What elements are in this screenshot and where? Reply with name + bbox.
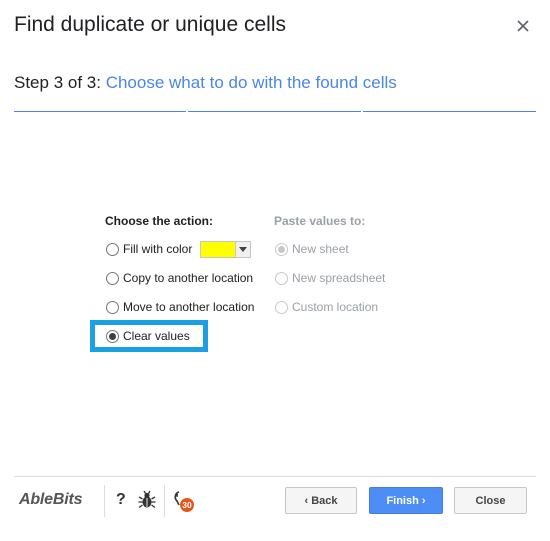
- dialog-title: Find duplicate or unique cells: [14, 13, 286, 36]
- step-count: Step 3 of 3:: [14, 73, 106, 92]
- radio-button[interactable]: [275, 300, 288, 314]
- paste-group-header: Paste values to:: [274, 214, 366, 228]
- radio-button-selected[interactable]: [106, 329, 119, 343]
- progress-segment-1: [14, 111, 186, 112]
- progress-segment-2: [188, 111, 361, 112]
- help-icon[interactable]: ?: [116, 491, 126, 509]
- paste-option-label: New spreadsheet: [292, 271, 386, 285]
- back-button[interactable]: ‹ Back: [285, 487, 357, 514]
- footer-divider: [14, 476, 536, 477]
- close-icon[interactable]: [514, 17, 532, 35]
- bug-icon[interactable]: [138, 490, 156, 510]
- radio-button[interactable]: [275, 271, 288, 285]
- ablebits-logo[interactable]: AbleBits: [19, 491, 83, 509]
- countdown-icon[interactable]: 30: [172, 489, 196, 513]
- action-group-header: Choose the action:: [105, 214, 214, 228]
- fill-color-picker[interactable]: [200, 240, 252, 258]
- paste-option-custom-location[interactable]: Custom location: [275, 298, 378, 316]
- paste-option-new-sheet[interactable]: New sheet: [275, 240, 349, 258]
- radio-button[interactable]: [106, 300, 119, 314]
- action-option-label: Copy to another location: [123, 271, 254, 285]
- close-button[interactable]: Close: [454, 487, 527, 514]
- step-description: Choose what to do with the found cells: [105, 73, 397, 92]
- action-option-clear-values[interactable]: Clear values: [106, 327, 190, 345]
- footer-separator: [104, 485, 105, 517]
- countdown-badge: 30: [182, 500, 192, 510]
- paste-option-label: New sheet: [292, 242, 349, 256]
- chevron-down-icon: [235, 241, 251, 257]
- action-option-move[interactable]: Move to another location: [106, 298, 254, 316]
- action-option-copy[interactable]: Copy to another location: [106, 269, 253, 287]
- progress-segment-3: [363, 111, 536, 112]
- action-option-label: Move to another location: [123, 300, 255, 314]
- color-swatch: [201, 241, 236, 257]
- radio-button[interactable]: [106, 271, 119, 285]
- step-indicator: Step 3 of 3: Choose what to do with the …: [14, 73, 397, 93]
- footer-separator: [164, 485, 165, 517]
- action-option-label: Clear values: [123, 329, 190, 343]
- finish-button[interactable]: Finish ›: [369, 487, 443, 514]
- radio-button[interactable]: [106, 242, 119, 256]
- paste-option-label: Custom location: [292, 300, 379, 314]
- radio-button-selected[interactable]: [275, 242, 288, 256]
- action-option-fill-color[interactable]: Fill with color: [106, 240, 252, 258]
- action-option-label: Fill with color: [123, 242, 193, 256]
- paste-option-new-spreadsheet[interactable]: New spreadsheet: [275, 269, 385, 287]
